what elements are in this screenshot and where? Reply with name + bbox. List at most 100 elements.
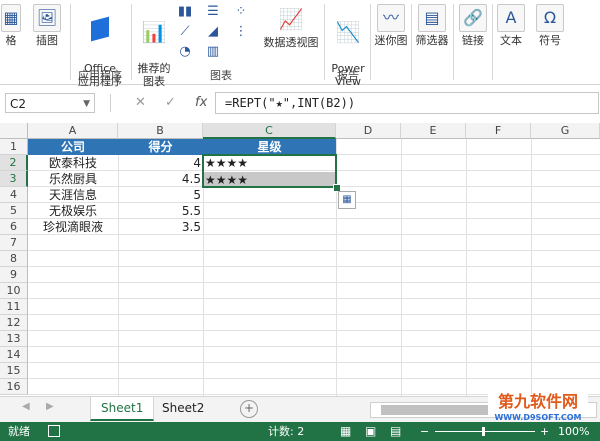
- column-header-b[interactable]: B: [118, 123, 203, 139]
- row-header-11[interactable]: 11: [0, 299, 28, 315]
- score-cell[interactable]: 4.5: [118, 171, 201, 187]
- score-cell[interactable]: 5: [118, 187, 201, 203]
- company-cell[interactable]: 乐然厨具: [28, 171, 118, 187]
- office-apps-icon: [85, 16, 115, 47]
- page-layout-icon[interactable]: ▣: [365, 422, 376, 441]
- pivot-chart-label: 数据透视图: [263, 36, 319, 49]
- bar-chart-icon[interactable]: ☰: [204, 4, 222, 20]
- filter-button[interactable]: ▤ 筛选器: [413, 2, 451, 47]
- page-break-icon[interactable]: ▤: [390, 422, 401, 441]
- insert-function-icon[interactable]: fx: [195, 93, 207, 113]
- link-icon: 🔗: [459, 4, 487, 32]
- power-view-button[interactable]: 📉 Power View: [328, 2, 368, 101]
- zoom-out-icon[interactable]: −: [420, 422, 429, 441]
- scroll-left-icon[interactable]: ◀: [22, 401, 30, 412]
- score-cell[interactable]: 4: [118, 155, 201, 171]
- chevron-down-icon[interactable]: ▼: [83, 94, 90, 114]
- row-header-2[interactable]: 2: [0, 155, 28, 171]
- scroll-right-icon[interactable]: ▶: [46, 401, 54, 412]
- row-header-1[interactable]: 1: [0, 139, 28, 155]
- tab-sheet1[interactable]: Sheet1: [90, 397, 155, 421]
- stars-cell[interactable]: [205, 203, 335, 219]
- row-header-5[interactable]: 5: [0, 203, 28, 219]
- gridline: [466, 139, 467, 396]
- row-header-12[interactable]: 12: [0, 315, 28, 331]
- separator: [411, 4, 412, 80]
- text-label: 文本: [500, 34, 522, 47]
- symbol-button[interactable]: Ω 符号: [532, 2, 568, 47]
- column-header-a[interactable]: A: [28, 123, 118, 139]
- row-header-14[interactable]: 14: [0, 347, 28, 363]
- score-cell[interactable]: 3.5: [118, 219, 201, 235]
- row-header-6[interactable]: 6: [0, 219, 28, 235]
- select-all-corner[interactable]: [0, 123, 28, 139]
- text-icon: A: [497, 4, 525, 32]
- stars-cell[interactable]: [205, 219, 335, 235]
- pie-chart-icon[interactable]: ◔: [176, 44, 194, 60]
- zoom-slider[interactable]: [435, 431, 535, 432]
- scrollbar-thumb[interactable]: [381, 405, 491, 415]
- status-ready: 就绪: [8, 425, 30, 438]
- normal-view-icon[interactable]: ▦: [340, 422, 351, 441]
- row-header-13[interactable]: 13: [0, 331, 28, 347]
- link-button[interactable]: 🔗 链接: [455, 2, 491, 47]
- column-header-c[interactable]: C: [203, 123, 336, 139]
- row-header-10[interactable]: 10: [0, 283, 28, 299]
- pivot-chart-button[interactable]: 📈 数据透视图: [262, 2, 320, 49]
- name-box[interactable]: C2 ▼: [5, 93, 95, 113]
- power-view-icon: 📉: [335, 20, 361, 44]
- area-chart-icon[interactable]: ◢: [204, 24, 222, 40]
- office-apps-button[interactable]: Office 应用程序: [72, 2, 128, 101]
- column-chart-icon[interactable]: ▮▮: [176, 4, 194, 20]
- line-chart-icon[interactable]: ⟋: [176, 24, 194, 40]
- add-sheet-icon[interactable]: +: [240, 400, 258, 418]
- company-cell[interactable]: 天涯信息: [28, 187, 118, 203]
- enter-icon[interactable]: ✓: [165, 93, 176, 113]
- row-header-4[interactable]: 4: [0, 187, 28, 203]
- column-header-f[interactable]: F: [466, 123, 531, 139]
- text-button[interactable]: A 文本: [494, 2, 528, 47]
- name-box-value: C2: [10, 97, 27, 111]
- ribbon: ▦ 格 🖼 插图 Office 应用程序 📊 推荐的 图表 ▮▮ ⟋ ◔ ☰ ◢…: [0, 0, 600, 88]
- column-header-g[interactable]: G: [531, 123, 600, 139]
- formula-bar: C2 ▼ ✕ ✓ fx =REPT("★",INT(B2)): [0, 91, 600, 117]
- stock-chart-icon[interactable]: ⋮: [232, 24, 250, 40]
- header-cell-company[interactable]: 公司: [28, 139, 118, 155]
- tab-sheet2[interactable]: Sheet2: [152, 397, 214, 419]
- scatter-chart-icon[interactable]: ⁘: [232, 4, 250, 20]
- column-header-d[interactable]: D: [336, 123, 401, 139]
- separator: [110, 94, 111, 112]
- separator: [324, 4, 325, 80]
- row-header-9[interactable]: 9: [0, 267, 28, 283]
- company-cell[interactable]: 珍视滴眼液: [28, 219, 118, 235]
- worksheet-grid[interactable]: A B C D E F G 1 2 3 4 5 6 7 8 9 10 11 12…: [0, 123, 600, 396]
- score-cell[interactable]: 5.5: [118, 203, 201, 219]
- row-header-16[interactable]: 16: [0, 379, 28, 395]
- macro-record-icon[interactable]: [48, 425, 60, 437]
- stars-cell[interactable]: [205, 187, 335, 203]
- row-header-15[interactable]: 15: [0, 363, 28, 379]
- cancel-icon[interactable]: ✕: [135, 93, 146, 113]
- header-cell-score[interactable]: 得分: [118, 139, 203, 155]
- company-cell[interactable]: 欧泰科技: [28, 155, 118, 171]
- row-header-8[interactable]: 8: [0, 251, 28, 267]
- pivot-chart-icon: 📈: [278, 7, 304, 31]
- row-header-7[interactable]: 7: [0, 235, 28, 251]
- zoom-level[interactable]: 100%: [558, 422, 589, 441]
- table-button[interactable]: ▦ 格: [0, 2, 22, 47]
- recommended-charts-button[interactable]: 📊 推荐的 图表: [134, 2, 174, 101]
- separator: [492, 4, 493, 80]
- sparklines-button[interactable]: 〰 迷你图: [372, 2, 410, 47]
- header-cell-rating[interactable]: 星级: [203, 139, 336, 155]
- zoom-slider-thumb[interactable]: [482, 427, 485, 436]
- combo-chart-icon[interactable]: ▥: [204, 44, 222, 60]
- stars-cell[interactable]: ★★★★: [205, 155, 335, 171]
- stars-cell[interactable]: ★★★★: [204, 172, 335, 188]
- row-header-3[interactable]: 3: [0, 171, 28, 187]
- company-cell[interactable]: 无极娱乐: [28, 203, 118, 219]
- quick-analysis-icon[interactable]: ▦: [338, 191, 356, 209]
- zoom-in-icon[interactable]: +: [540, 422, 549, 441]
- column-header-e[interactable]: E: [401, 123, 466, 139]
- filter-label: 筛选器: [415, 34, 449, 47]
- illustrations-button[interactable]: 🖼 插图: [28, 2, 66, 47]
